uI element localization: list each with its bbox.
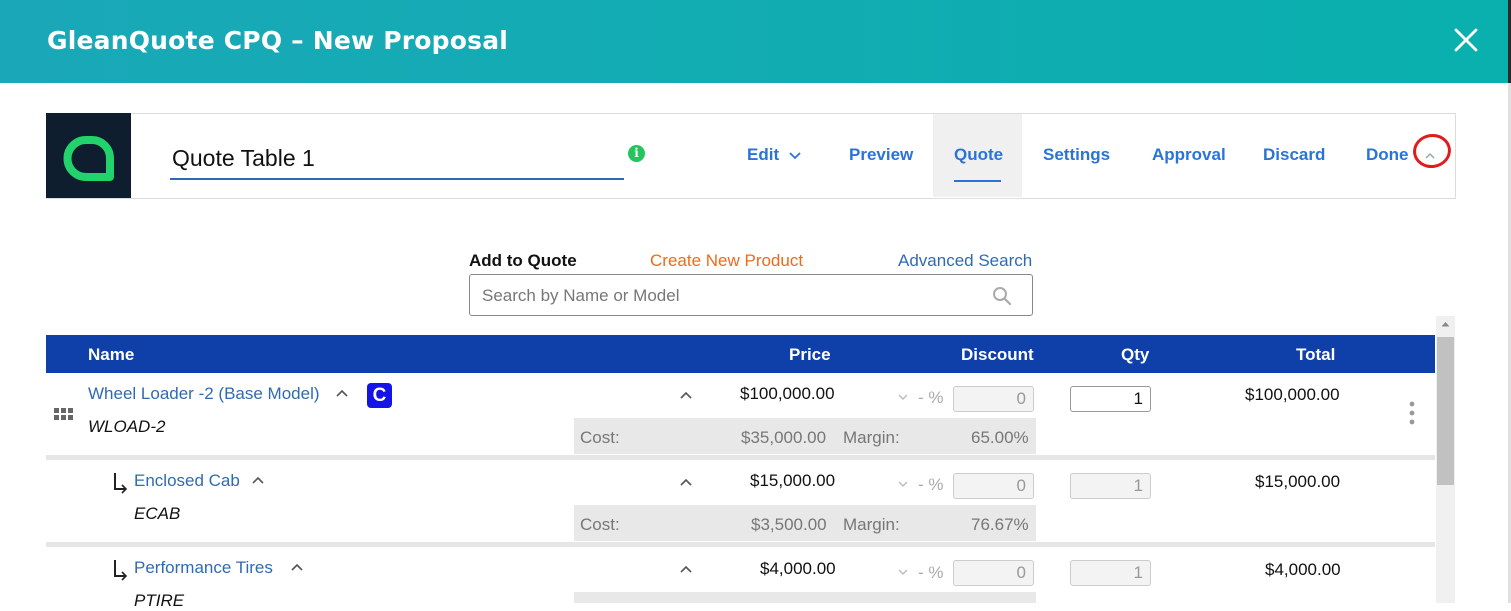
product-search bbox=[469, 274, 1033, 316]
tab-approval[interactable]: Approval bbox=[1152, 145, 1226, 165]
logo-icon bbox=[63, 136, 114, 181]
cost-label: Cost: bbox=[580, 515, 620, 534]
drag-handle-icon[interactable] bbox=[53, 407, 75, 421]
discount-input[interactable]: 0 bbox=[953, 560, 1034, 586]
price-value: $4,000.00 bbox=[760, 559, 836, 578]
row-divider bbox=[46, 542, 1435, 547]
tab-quote[interactable]: Quote bbox=[954, 145, 1003, 165]
app-title: GleanQuote CPQ – New Proposal bbox=[47, 26, 509, 55]
discount-input[interactable]: 0 bbox=[953, 386, 1034, 412]
price-chevron-up-icon[interactable] bbox=[679, 564, 693, 574]
margin-label: Margin: bbox=[843, 428, 900, 447]
scroll-up-icon[interactable] bbox=[1441, 321, 1450, 327]
info-icon[interactable]: i bbox=[628, 145, 645, 162]
cost-margin-row bbox=[574, 592, 1036, 603]
total-value: $100,000.00 bbox=[1245, 385, 1340, 404]
total-value: $15,000.00 bbox=[1255, 472, 1341, 491]
column-header-name[interactable]: Name bbox=[88, 345, 134, 365]
qty-input[interactable]: 1 bbox=[1070, 386, 1151, 412]
search-icon[interactable] bbox=[992, 286, 1012, 306]
add-to-quote-label: Add to Quote bbox=[469, 251, 577, 270]
total-value: $4,000.00 bbox=[1265, 560, 1341, 579]
column-header-qty[interactable]: Qty bbox=[1121, 345, 1149, 365]
product-model: WLOAD-2 bbox=[88, 417, 166, 436]
discount-unit: - % bbox=[918, 388, 944, 407]
tab-preview[interactable]: Preview bbox=[849, 145, 913, 165]
discount-type-chevron-icon[interactable] bbox=[897, 393, 909, 401]
tab-edit[interactable]: Edit bbox=[747, 145, 779, 165]
margin-label: Margin: bbox=[843, 515, 900, 534]
quote-table-name-input[interactable] bbox=[170, 138, 624, 180]
column-header-price[interactable]: Price bbox=[789, 345, 831, 365]
product-name-link[interactable]: Enclosed Cab bbox=[134, 471, 240, 491]
discount-unit: - % bbox=[918, 475, 944, 494]
product-name-link[interactable]: Performance Tires bbox=[134, 558, 273, 578]
chevron-up-icon[interactable] bbox=[290, 562, 304, 572]
discount-unit: - % bbox=[918, 563, 944, 582]
margin-value: 76.67% bbox=[971, 515, 1029, 534]
app-header: GleanQuote CPQ – New Proposal bbox=[0, 0, 1508, 83]
cost-value: $35,000.00 bbox=[741, 428, 827, 447]
discard-button[interactable]: Discard bbox=[1263, 145, 1325, 165]
margin-value: 65.00% bbox=[971, 428, 1029, 447]
column-header-discount[interactable]: Discount bbox=[961, 345, 1034, 365]
configurable-badge[interactable]: C bbox=[367, 383, 392, 408]
row-divider bbox=[46, 455, 1435, 460]
app-logo bbox=[46, 113, 131, 198]
qty-input[interactable]: 1 bbox=[1070, 473, 1151, 499]
price-chevron-up-icon[interactable] bbox=[679, 477, 693, 487]
sub-item-arrow-icon bbox=[114, 473, 128, 494]
price-value: $100,000.00 bbox=[740, 384, 835, 403]
table-scrollbar[interactable] bbox=[1436, 316, 1455, 603]
table-header bbox=[46, 335, 1435, 373]
discount-type-chevron-icon[interactable] bbox=[897, 568, 909, 576]
close-icon[interactable] bbox=[1452, 26, 1480, 54]
product-model: ECAB bbox=[134, 504, 181, 523]
chevron-down-icon[interactable] bbox=[788, 151, 802, 161]
chevron-up-icon[interactable] bbox=[251, 475, 265, 485]
search-input[interactable] bbox=[480, 284, 984, 308]
price-chevron-up-icon[interactable] bbox=[679, 390, 693, 400]
cost-label: Cost: bbox=[580, 428, 620, 447]
chevron-up-icon[interactable] bbox=[335, 388, 349, 398]
tab-quote-underline bbox=[954, 180, 1001, 182]
sub-item-arrow-icon bbox=[114, 560, 128, 581]
scrollbar-thumb[interactable] bbox=[1437, 337, 1454, 485]
advanced-search-link[interactable]: Advanced Search bbox=[898, 251, 1032, 271]
discount-input[interactable]: 0 bbox=[953, 473, 1034, 499]
more-options-icon[interactable] bbox=[1408, 401, 1416, 425]
cost-value: $3,500.00 bbox=[751, 515, 827, 534]
column-header-total[interactable]: Total bbox=[1296, 345, 1335, 365]
product-name-link[interactable]: Wheel Loader -2 (Base Model) bbox=[88, 384, 320, 404]
discount-type-chevron-icon[interactable] bbox=[897, 480, 909, 488]
done-button[interactable]: Done bbox=[1366, 145, 1409, 165]
price-value: $15,000.00 bbox=[750, 471, 836, 490]
tab-settings[interactable]: Settings bbox=[1043, 145, 1110, 165]
qty-input[interactable]: 1 bbox=[1070, 560, 1151, 586]
product-model: PTIRE bbox=[134, 591, 185, 610]
create-new-product-link[interactable]: Create New Product bbox=[650, 251, 803, 271]
